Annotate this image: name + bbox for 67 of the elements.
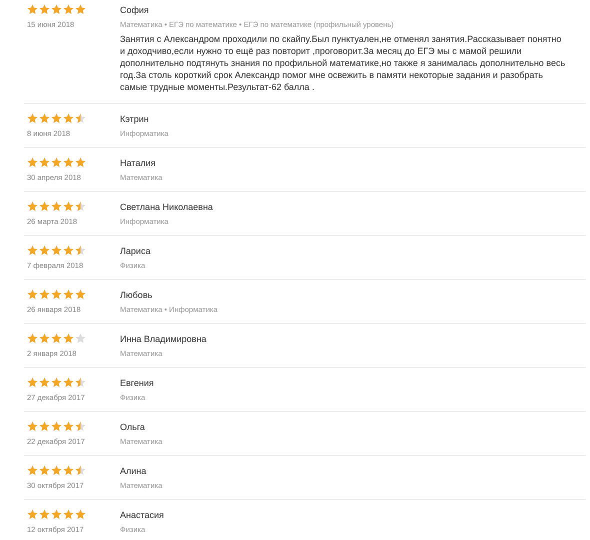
author-name: Ольга xyxy=(120,421,146,433)
star-icon xyxy=(27,113,38,124)
star-icon xyxy=(63,113,74,124)
star-icon xyxy=(27,465,38,476)
star-icon xyxy=(27,201,38,212)
star-icon xyxy=(39,465,50,476)
author-name: Инна Владимировна xyxy=(120,333,208,345)
author-name: Лариса xyxy=(120,245,152,257)
star-icon xyxy=(63,245,74,256)
star-icon xyxy=(39,377,50,388)
star-icon xyxy=(39,201,50,212)
author-name: Кэтрин xyxy=(120,113,150,125)
star-icon xyxy=(75,509,86,520)
star-icon xyxy=(75,245,86,256)
star-icon xyxy=(75,421,86,432)
star-icon xyxy=(63,465,74,476)
star-icon xyxy=(51,333,62,344)
star-icon xyxy=(63,333,74,344)
star-icon xyxy=(51,509,62,520)
star-icon xyxy=(51,465,62,476)
author-name: София xyxy=(120,4,150,16)
star-icon xyxy=(63,421,74,432)
star-icon xyxy=(75,201,86,212)
star-icon xyxy=(51,377,62,388)
star-icon xyxy=(75,4,86,15)
author-name: Светлана Николаевна xyxy=(120,201,214,213)
star-icon xyxy=(51,421,62,432)
star-icon xyxy=(51,201,62,212)
star-icon xyxy=(51,289,62,300)
star-icon xyxy=(51,4,62,15)
star-icon xyxy=(39,4,50,15)
star-icon xyxy=(75,113,86,124)
star-icon xyxy=(39,509,50,520)
star-icon xyxy=(39,113,50,124)
author-name: Алина xyxy=(120,465,148,477)
star-icon xyxy=(27,333,38,344)
star-icon xyxy=(27,4,38,15)
star-icon xyxy=(63,377,74,388)
author-name: Анастасия xyxy=(120,509,165,521)
author-name: Наталия xyxy=(120,157,156,169)
star-icon xyxy=(63,4,74,15)
star-icon xyxy=(75,289,86,300)
star-icon xyxy=(27,377,38,388)
star-icon xyxy=(27,509,38,520)
star-icon xyxy=(39,333,50,344)
star-icon xyxy=(63,509,74,520)
star-icon xyxy=(63,201,74,212)
star-icon xyxy=(75,157,86,168)
star-icon xyxy=(63,289,74,300)
star-icon xyxy=(75,333,86,344)
star-icon xyxy=(51,113,62,124)
author-name: Евгения xyxy=(120,377,155,389)
star-icon xyxy=(39,245,50,256)
star-icon xyxy=(39,289,50,300)
star-icon xyxy=(27,421,38,432)
author-name: Любовь xyxy=(120,289,154,301)
star-icon xyxy=(27,289,38,300)
star-icon xyxy=(63,157,74,168)
review-text: Занятия с Александром проходили по скайпу.Был пунктуален,не отменял занятия.Рассказывает понятно и доходчиво,если нужно то ещё раз повторит ,проговорит.За месяц до ЕГЭ мы с мамой решили дополнительно подтянуть знания по профильной математике,но также я занималась дополнительно весь год.За столь короткий срок Александр помог мне освежить в памяти некоторые задания и разобрать самые трудные моменты.Результат-62 балла . xyxy=(120,33,566,93)
star-icon xyxy=(27,157,38,168)
star-icon xyxy=(27,245,38,256)
star-icon xyxy=(39,157,50,168)
star-icon xyxy=(75,465,86,476)
star-icon xyxy=(51,157,62,168)
star-icon xyxy=(39,421,50,432)
star-icon xyxy=(75,377,86,388)
star-icon xyxy=(51,245,62,256)
